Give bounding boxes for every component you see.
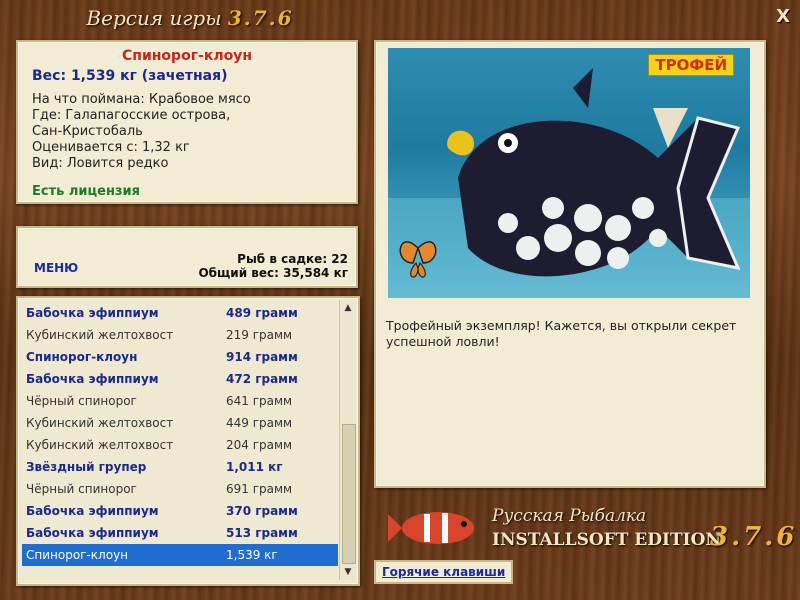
total-weight: Общий вес: 35,584 кг [198,266,348,280]
list-item[interactable]: Звёздный групер 1,011 кг [22,456,338,478]
fish-location-1: Где: Галапагосские острова, [32,108,231,123]
brand-logo: Русская Рыбалка INSTALLSOFT EDITION 3.7.… [388,498,798,558]
list-item[interactable]: Кубинский желтохвост 219 грамм [22,324,338,346]
catch-weight: 691 грамм [226,482,293,496]
fish-location-2: Сан-Кристобаль [32,124,143,139]
license-status: Есть лицензия [32,184,140,199]
catch-name: Бабочка эфиппиум [26,306,159,320]
window-title: Версия игры 3.7.6 [0,6,380,30]
catch-weight: 914 грамм [226,350,298,364]
catch-name: Спинорог-клоун [26,548,129,562]
catch-list: Бабочка эфиппиум 489 грамм Кубинский желто… [22,302,338,566]
scroll-up-icon[interactable]: ▲ [340,300,356,316]
catch-name: Кубинский желтохвост [26,416,174,430]
clown-triggerfish-image [388,68,750,298]
catch-name: Чёрный спинорог [26,482,137,496]
fish-photo: ТРОФЕЙ [388,48,750,298]
scroll-thumb[interactable] [342,424,356,564]
menu-button[interactable]: МЕНЮ [34,261,78,275]
list-item[interactable]: Чёрный спинорог 641 грамм [22,390,338,412]
catch-name: Спинорог-клоун [26,350,138,364]
list-item[interactable]: Кубинский желтохвост 204 грамм [22,434,338,456]
catch-weight: 489 грамм [226,306,298,320]
catch-name: Бабочка эфиппиум [26,372,159,386]
catch-list-panel: Бабочка эфиппиум 489 грамм Кубинский желто… [16,296,360,586]
catch-weight: 1,011 кг [226,460,283,474]
fish-logo-icon [388,512,474,544]
list-item[interactable]: Бабочка эфиппиум 513 грамм [22,522,338,544]
fish-info-panel: Спинорог-клоун Вес: 1,539 кг (зачетная) … [16,40,358,204]
list-item[interactable]: Бабочка эфиппиум 472 грамм [22,368,338,390]
catch-name: Кубинский желтохвост [26,328,174,342]
catch-weight: 370 грамм [226,504,298,518]
trophy-panel: ТРОФЕЙ Трофейный экземпляр! Кажется, вы … [374,40,766,488]
fish-weight: Вес: 1,539 кг (зачетная) [32,68,228,84]
title-version: 3.7.6 [227,6,294,30]
keepnet-stats-panel: МЕНЮ Рыб в садке: 22 Общий вес: 35,584 к… [16,226,358,288]
brand-line1: Русская Рыбалка [492,506,647,526]
catch-weight: 1,539 кг [226,548,278,562]
list-item[interactable]: Бабочка эфиппиум 489 грамм [22,302,338,324]
catch-name: Чёрный спинорог [26,394,137,408]
trophy-description: Трофейный экземпляр! Кажется, вы открыли… [386,318,737,349]
catch-name: Звёздный групер [26,460,147,474]
brand-version: 3.7.6 [710,522,798,552]
list-scrollbar[interactable]: ▲ ▼ [339,300,356,580]
fish-value: Оценивается с: 1,32 кг [32,140,190,155]
catch-weight: 513 грамм [226,526,298,540]
fish-name: Спинорог-клоун [122,48,252,64]
catch-name: Бабочка эфиппиум [26,526,159,540]
catch-weight: 472 грамм [226,372,298,386]
catch-weight: 641 грамм [226,394,293,408]
brand-line2: INSTALLSOFT EDITION [492,530,721,550]
trophy-badge: ТРОФЕЙ [648,54,734,76]
catch-name: Бабочка эфиппиум [26,504,159,518]
close-button[interactable]: X [776,6,790,27]
hotkeys-button[interactable]: Горячие клавиши [374,560,514,584]
title-text: Версия игры [86,6,222,30]
catch-weight: 204 грамм [226,438,293,452]
list-item[interactable]: Спинорог-клоун 1,539 кг [22,544,338,566]
list-item[interactable]: Бабочка эфиппиум 370 грамм [22,500,338,522]
fish-kind: Вид: Ловится редко [32,156,169,171]
fish-bait: На что поймана: Крабовое мясо [32,92,251,107]
catch-weight: 449 грамм [226,416,293,430]
list-item[interactable]: Спинорог-клоун 914 грамм [22,346,338,368]
catch-weight: 219 грамм [226,328,293,342]
catch-name: Кубинский желтохвост [26,438,174,452]
list-item[interactable]: Чёрный спинорог 691 грамм [22,478,338,500]
fish-count: Рыб в садке: 22 [237,252,348,266]
list-item[interactable]: Кубинский желтохвост 449 грамм [22,412,338,434]
scroll-down-icon[interactable]: ▼ [340,564,356,580]
